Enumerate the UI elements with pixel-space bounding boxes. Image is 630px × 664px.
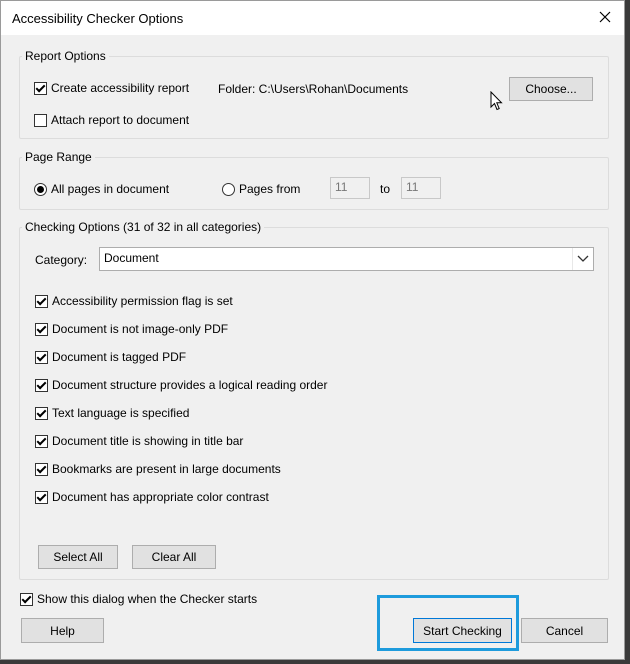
check-option-item[interactable]: Document title is showing in title bar	[35, 434, 243, 448]
pages-from-radio-circle[interactable]	[222, 182, 235, 196]
check-option-checkbox[interactable]	[35, 350, 48, 364]
check-option-item[interactable]: Document is not image-only PDF	[35, 322, 228, 336]
help-button[interactable]: Help	[21, 618, 104, 643]
pages-to-label: to	[380, 182, 391, 196]
select-all-button[interactable]: Select All	[38, 545, 118, 569]
dialog-title: Accessibility Checker Options	[12, 11, 184, 26]
all-pages-label: All pages in document	[51, 182, 170, 196]
check-option-checkbox[interactable]	[35, 322, 48, 336]
pages-from-label: Pages from	[239, 182, 301, 196]
check-option-checkbox[interactable]	[35, 378, 48, 392]
create-report-checkbox[interactable]: Create accessibility report	[34, 81, 189, 95]
pages-from-radio[interactable]: Pages from	[222, 182, 300, 196]
check-option-item[interactable]: Document has appropriate color contrast	[35, 490, 269, 504]
page-range-group: Page Range	[19, 150, 609, 210]
create-report-label: Create accessibility report	[51, 81, 190, 95]
clear-all-button[interactable]: Clear All	[132, 545, 216, 569]
report-options-legend: Report Options	[25, 49, 106, 63]
show-dialog-checkbox[interactable]: Show this dialog when the Checker starts	[20, 592, 257, 606]
check-option-checkbox[interactable]	[35, 462, 48, 476]
category-select[interactable]: Document	[99, 247, 594, 271]
check-option-label: Document title is showing in title bar	[52, 434, 244, 448]
check-option-item[interactable]: Accessibility permission flag is set	[35, 294, 233, 308]
chevron-down-icon[interactable]	[572, 248, 593, 270]
check-option-item[interactable]: Document is tagged PDF	[35, 350, 186, 364]
check-option-checkbox[interactable]	[35, 434, 48, 448]
folder-path-text: Folder: C:\Users\Rohan\Documents	[218, 82, 409, 96]
check-option-item[interactable]: Text language is specified	[35, 406, 189, 420]
start-checking-button[interactable]: Start Checking	[413, 618, 512, 643]
all-pages-radio[interactable]: All pages in document	[34, 182, 169, 196]
choose-folder-button[interactable]: Choose...	[509, 77, 593, 101]
checking-options-legend: Checking Options (31 of 32 in all catego…	[25, 220, 262, 234]
check-option-checkbox[interactable]	[35, 294, 48, 308]
show-dialog-label: Show this dialog when the Checker starts	[37, 592, 258, 606]
mouse-pointer-icon	[490, 90, 504, 114]
check-option-item[interactable]: Document structure provides a logical re…	[35, 378, 327, 392]
check-option-label: Accessibility permission flag is set	[52, 294, 233, 308]
create-report-checkbox-box[interactable]	[34, 81, 47, 95]
checking-options-group: Checking Options (31 of 32 in all catego…	[19, 220, 609, 580]
page-range-legend: Page Range	[25, 150, 92, 164]
cancel-button[interactable]: Cancel	[521, 618, 608, 643]
pages-from-field[interactable]: 11	[330, 177, 370, 199]
close-icon[interactable]	[596, 8, 614, 26]
check-option-label: Document is tagged PDF	[52, 350, 187, 364]
title-bar: Accessibility Checker Options	[1, 1, 624, 35]
check-option-label: Document structure provides a logical re…	[52, 378, 328, 392]
attach-report-checkbox-box[interactable]	[34, 113, 47, 127]
all-pages-radio-circle[interactable]	[34, 182, 47, 196]
check-option-label: Document is not image-only PDF	[52, 322, 229, 336]
attach-report-label: Attach report to document	[51, 113, 190, 127]
attach-report-checkbox[interactable]: Attach report to document	[34, 113, 189, 127]
category-label: Category:	[35, 253, 88, 267]
pages-to-field[interactable]: 11	[401, 177, 441, 199]
check-option-label: Text language is specified	[52, 406, 190, 420]
show-dialog-checkbox-box[interactable]	[20, 592, 33, 606]
check-option-item[interactable]: Bookmarks are present in large documents	[35, 462, 281, 476]
accessibility-checker-dialog: Accessibility Checker Options Report Opt…	[0, 0, 625, 660]
check-option-label: Document has appropriate color contrast	[52, 490, 269, 504]
check-option-checkbox[interactable]	[35, 490, 48, 504]
category-selected-value: Document	[104, 251, 159, 265]
check-option-label: Bookmarks are present in large documents	[52, 462, 281, 476]
check-option-checkbox[interactable]	[35, 406, 48, 420]
